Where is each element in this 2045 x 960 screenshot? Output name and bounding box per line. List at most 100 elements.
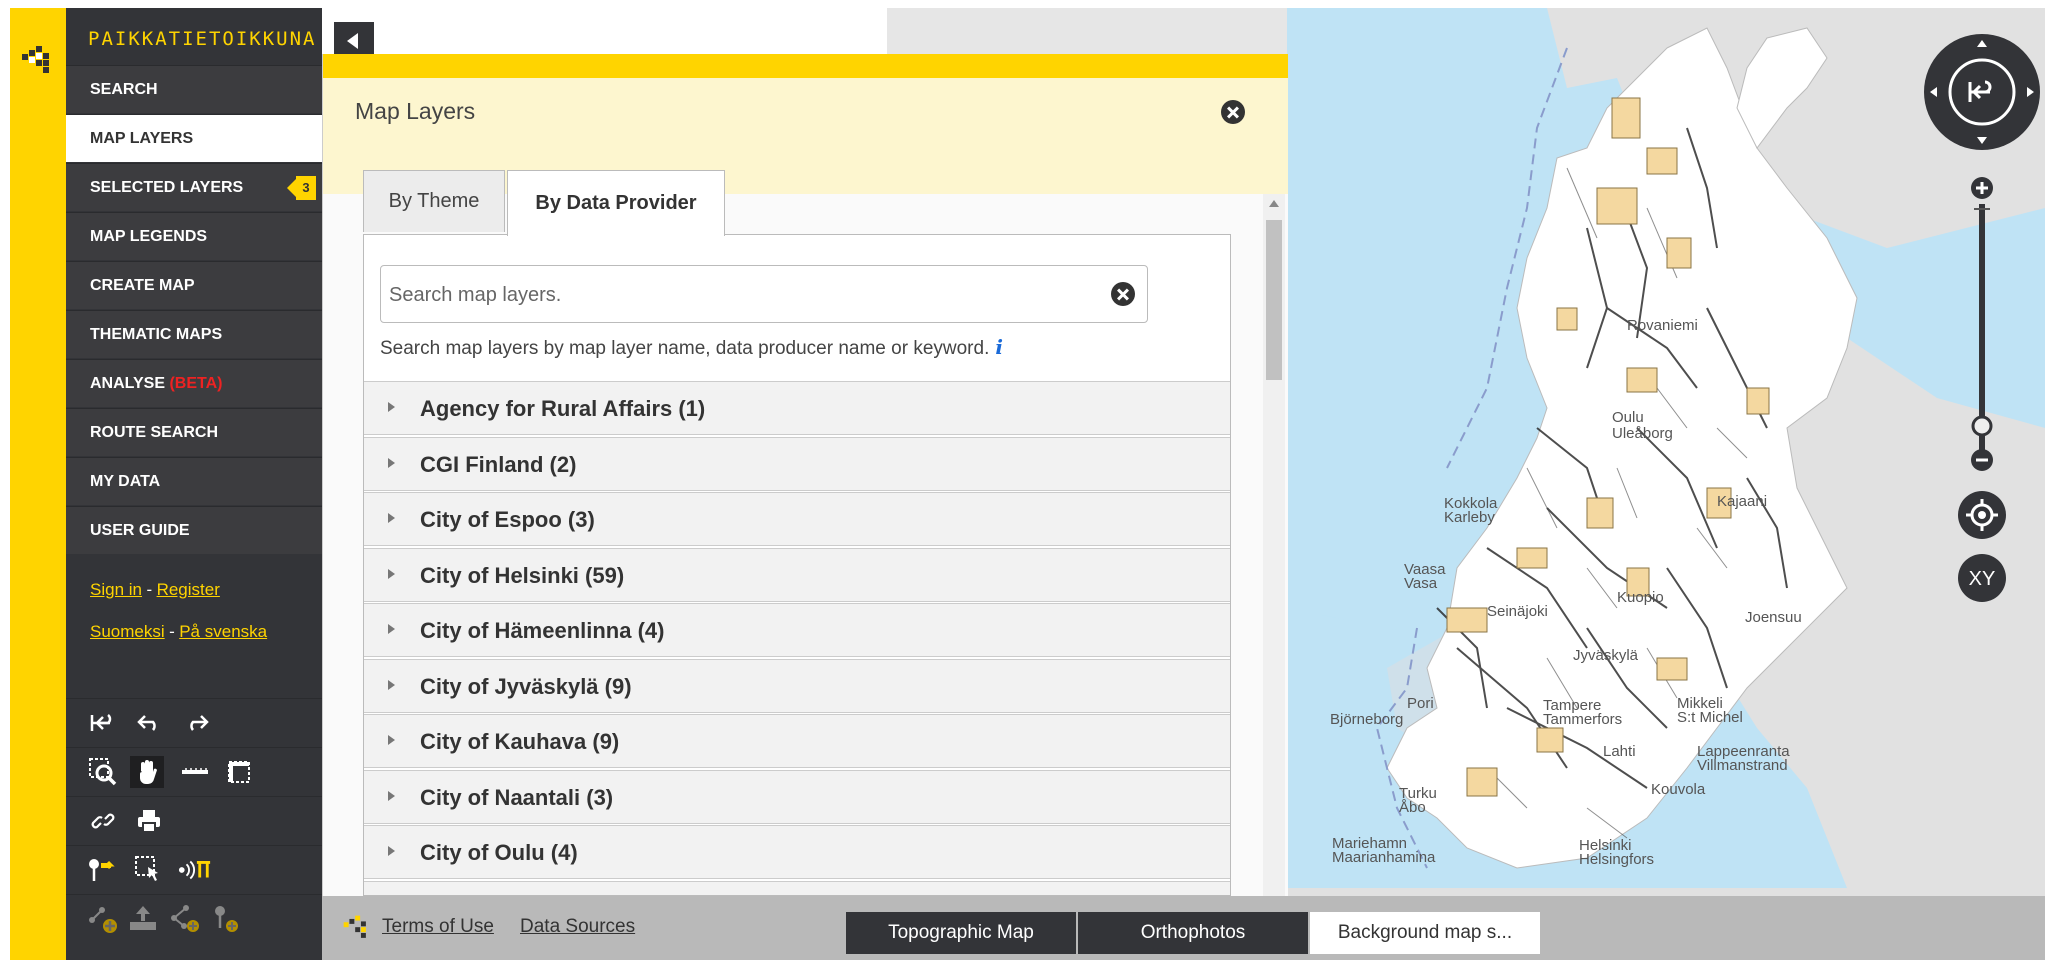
provider-group-row[interactable]: Agency for Rural Affairs (1) (364, 381, 1230, 435)
expand-arrow-icon (388, 402, 395, 412)
map-place-label: Jyväskylä (1573, 647, 1639, 664)
separator: - (146, 580, 153, 599)
language-links: Suomeksi - På svenska (90, 622, 267, 642)
terms-of-use-link[interactable]: Terms of Use (382, 916, 494, 938)
add-point-icon[interactable] (210, 903, 244, 935)
zoom-out-icon[interactable] (1971, 449, 1993, 471)
provider-group-row[interactable]: City of Oulu (4) (364, 825, 1230, 879)
link-icon[interactable] (86, 805, 120, 837)
lang-swedish-link[interactable]: På svenska (179, 622, 267, 641)
map-place-label: Maarianhamina (1332, 849, 1436, 866)
add-area-icon[interactable] (168, 903, 202, 935)
select-features-icon[interactable] (132, 854, 166, 886)
provider-group-row[interactable]: City of Jyväskylä (9) (364, 659, 1230, 713)
nav-label: USER GUIDE (90, 522, 190, 539)
map-place-label: Vasa (1404, 575, 1438, 592)
nav-item-thematic-maps[interactable]: THEMATIC MAPS (66, 310, 322, 358)
expand-arrow-icon (388, 846, 395, 856)
expand-arrow-icon (388, 791, 395, 801)
auth-links: Sign in - Register (90, 580, 220, 600)
nav-item-search[interactable]: SEARCH (66, 65, 322, 113)
locate-me-icon[interactable] (1958, 491, 2006, 539)
provider-group-row[interactable]: City of Kauhava (9) (364, 714, 1230, 768)
tab-by-theme[interactable]: By Theme (363, 170, 505, 232)
provider-group-label: City of Naantali (3) (420, 785, 614, 810)
lang-finnish-link[interactable]: Suomeksi (90, 622, 165, 641)
register-link[interactable]: Register (157, 580, 220, 599)
expand-arrow-icon (388, 735, 395, 745)
provider-group-row[interactable]: CGI Finland (2) (364, 437, 1230, 491)
print-icon[interactable] (132, 805, 166, 837)
nav-item-analyse[interactable]: ANALYSE (BETA) (66, 359, 322, 407)
feature-data-icon[interactable] (178, 854, 212, 886)
provider-group-row[interactable]: City of Hämeenlinna (4) (364, 603, 1230, 657)
panel-scrollbar[interactable] (1263, 194, 1285, 944)
basemap-background-button[interactable]: Background map s... (1310, 912, 1540, 954)
panel-stripe (323, 54, 1288, 78)
nav-item-create-map[interactable]: CREATE MAP (66, 261, 322, 309)
basemap-orthophotos-button[interactable]: Orthophotos (1078, 912, 1308, 954)
provider-group-label: City of Jyväskylä (9) (420, 674, 632, 699)
map-place-label: Pori (1407, 695, 1434, 712)
scroll-up-icon[interactable] (1269, 200, 1279, 207)
nav-item-route-search[interactable]: ROUTE SEARCH (66, 408, 322, 456)
expand-arrow-icon (388, 680, 395, 690)
footer-logo-icon (343, 915, 366, 938)
reset-view-icon[interactable] (86, 707, 120, 739)
zoom-slider-handle[interactable] (1971, 415, 1993, 437)
panel-top-bar (322, 8, 887, 54)
map-place-label: Uleåborg (1612, 425, 1673, 442)
search-hint: Search map layers by map layer name, dat… (380, 335, 1003, 360)
nav-label: THEMATIC MAPS (90, 326, 223, 343)
sidebar-nav: PAIKKATIETOIKKUNA SEARCH MAP LAYERS SELE… (66, 8, 322, 960)
nav-label: ROUTE SEARCH (90, 424, 219, 441)
coordinate-tool-button[interactable]: XY (1958, 554, 2006, 602)
measure-line-icon[interactable] (178, 756, 212, 788)
pan-hand-icon[interactable] (130, 756, 164, 788)
zoom-box-icon[interactable] (86, 756, 120, 788)
provider-group-label: Agency for Rural Affairs (1) (420, 396, 706, 421)
coordinate-tool-label: XY (1969, 568, 1996, 590)
map-footer: Terms of Use Data Sources Topographic Ma… (322, 896, 2045, 960)
measure-area-icon[interactable] (222, 756, 256, 788)
toolbar-history (66, 698, 322, 747)
tab-by-data-provider[interactable]: By Data Provider (507, 170, 725, 236)
nav-item-map-legends[interactable]: MAP LEGENDS (66, 212, 322, 260)
scroll-thumb[interactable] (1266, 220, 1282, 380)
nav-label: SELECTED LAYERS (90, 179, 244, 196)
clear-search-icon[interactable] (1111, 282, 1135, 306)
import-data-icon[interactable] (126, 903, 160, 935)
left-margin (0, 0, 10, 960)
toolbar-share (66, 796, 322, 845)
add-line-icon[interactable] (86, 903, 120, 935)
nav-label: SEARCH (90, 81, 158, 98)
zoom-slider-track[interactable] (1979, 204, 1985, 452)
nav-item-my-data[interactable]: MY DATA (66, 457, 322, 505)
nav-item-user-guide[interactable]: USER GUIDE (66, 506, 322, 554)
redo-icon[interactable] (180, 707, 214, 739)
layer-search-input[interactable] (387, 272, 1091, 318)
undo-icon[interactable] (132, 707, 166, 739)
brand-title: PAIKKATIETOIKKUNA (88, 28, 317, 50)
app-logo-icon (22, 46, 49, 73)
basemap-topographic-button[interactable]: Topographic Map (846, 912, 1076, 954)
toolbar-navigation (66, 747, 322, 796)
provider-group-row[interactable]: City of Helsinki (59) (364, 548, 1230, 602)
nav-label: MAP LEGENDS (90, 228, 208, 245)
sign-in-link[interactable]: Sign in (90, 580, 142, 599)
provider-group-row[interactable]: City of Espoo (3) (364, 492, 1230, 546)
nav-item-map-layers[interactable]: MAP LAYERS (66, 114, 322, 162)
map-place-label: S:t Michel (1677, 709, 1743, 726)
top-margin (0, 0, 2045, 8)
info-icon[interactable]: i (995, 335, 1003, 359)
pan-compass[interactable] (1924, 34, 2040, 150)
nav-item-selected-layers[interactable]: SELECTED LAYERS 3 (66, 163, 322, 211)
add-marker-icon[interactable] (86, 854, 120, 886)
nav-label: CREATE MAP (90, 277, 195, 294)
provider-group-row[interactable]: City of Naantali (3) (364, 770, 1230, 824)
map-place-label: Kouvola (1651, 781, 1706, 798)
data-sources-link[interactable]: Data Sources (520, 916, 635, 938)
zoom-in-icon[interactable] (1971, 177, 1993, 199)
provider-group-row[interactable] (364, 881, 1230, 895)
close-icon[interactable] (1221, 100, 1245, 124)
